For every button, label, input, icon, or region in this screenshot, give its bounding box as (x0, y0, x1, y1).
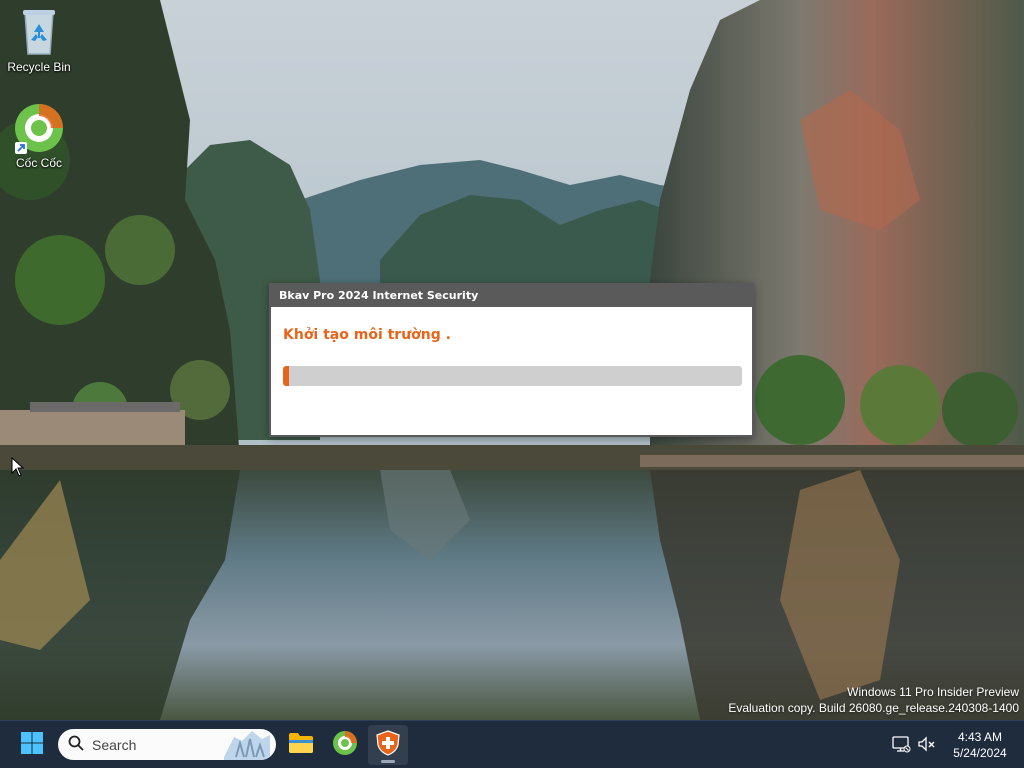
volume-muted-icon[interactable] (916, 734, 936, 754)
mouse-cursor-icon (11, 456, 25, 481)
network-icon[interactable] (891, 734, 911, 754)
dialog-status-text: Khởi tạo môi trường . (283, 327, 451, 343)
watermark-line-build: Evaluation copy. Build 26080.ge_release.… (728, 701, 1019, 715)
bkav-splash-dialog: Bkav Pro 2024 Internet Security Khởi tạo… (269, 283, 754, 437)
taskbar-app-bkav[interactable] (368, 725, 408, 765)
search-placeholder: Search (92, 736, 137, 753)
desktop-icon-recycle-bin[interactable]: Recycle Bin (1, 6, 77, 74)
coccoc-browser-icon (13, 102, 65, 154)
dialog-title: Bkav Pro 2024 Internet Security (271, 285, 752, 307)
taskbar: Search 4:43 AM 5/24/2024 (0, 720, 1024, 768)
taskbar-clock[interactable]: 4:43 AM 5/24/2024 (940, 729, 1020, 761)
watermark-line-edition: Windows 11 Pro Insider Preview (847, 685, 1019, 699)
progress-fill (283, 366, 289, 386)
coccoc-browser-icon (332, 730, 358, 760)
taskbar-app-file-explorer[interactable] (281, 725, 321, 765)
start-button[interactable] (12, 725, 52, 765)
recycle-bin-icon (13, 6, 65, 58)
desktop-icon-label: Recycle Bin (7, 60, 71, 74)
taskbar-app-coccoc[interactable] (325, 725, 365, 765)
desktop-icon-coccoc[interactable]: Cốc Cốc (1, 102, 77, 170)
search-icon (68, 735, 84, 755)
desktop-icon-label: Cốc Cốc (15, 156, 62, 170)
active-app-indicator (381, 760, 395, 763)
taskbar-search-box[interactable]: Search (58, 729, 276, 760)
folder-icon (288, 732, 314, 758)
clock-date: 5/24/2024 (953, 746, 1007, 760)
search-highlight-illustration (214, 729, 274, 760)
windows-evaluation-watermark: Windows 11 Pro Insider Preview Evaluatio… (728, 684, 1019, 716)
progress-bar (283, 366, 742, 386)
windows-start-icon (20, 731, 44, 759)
clock-time: 4:43 AM (957, 730, 1003, 744)
bkav-shield-icon (376, 730, 400, 760)
